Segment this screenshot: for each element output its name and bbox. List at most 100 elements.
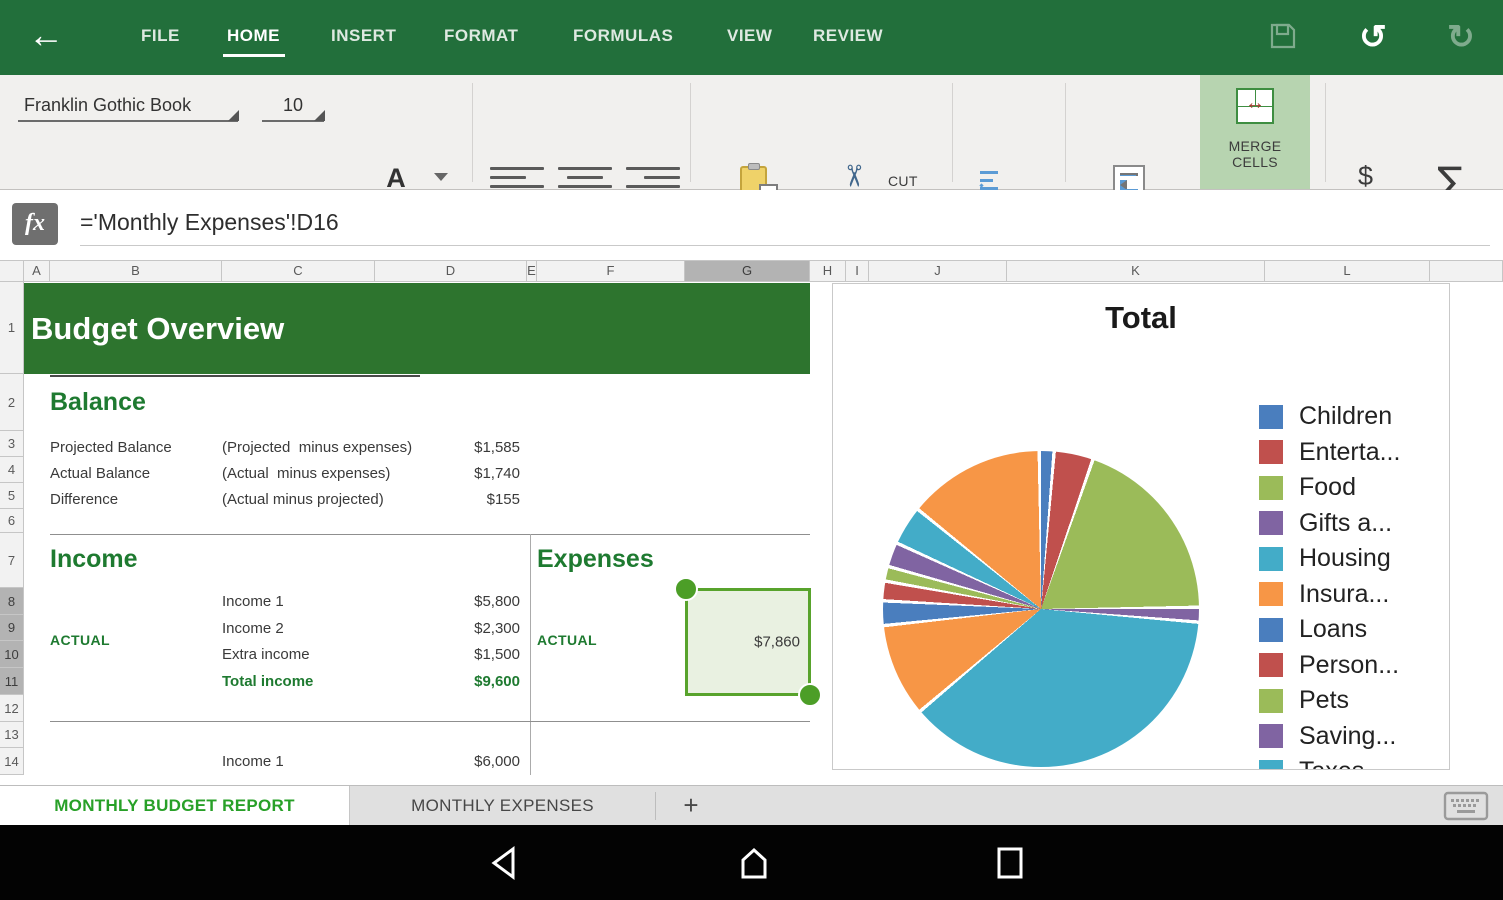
active-menu-underline bbox=[223, 54, 285, 57]
back-arrow-icon[interactable]: ← bbox=[28, 14, 64, 56]
row-header-4[interactable]: 4 bbox=[0, 457, 24, 483]
row-header-1[interactable]: 1 bbox=[0, 282, 24, 374]
sheet-tab-monthly-expenses[interactable]: MONTHLY EXPENSES bbox=[350, 786, 655, 826]
legend-swatch bbox=[1259, 547, 1283, 571]
sheet-tab-monthly-budget-report[interactable]: MONTHLY BUDGET REPORT bbox=[0, 786, 350, 826]
font-color-dropdown-caret[interactable] bbox=[434, 173, 448, 181]
banner-underline bbox=[50, 375, 420, 377]
font-size-selector[interactable]: 10 bbox=[262, 93, 324, 122]
legend-item-pets: Pets bbox=[1259, 686, 1349, 715]
row-header-10[interactable]: 10 bbox=[0, 641, 24, 668]
legend-item-children: Children bbox=[1259, 402, 1392, 431]
back-triangle-icon bbox=[488, 845, 522, 881]
column-header-A[interactable]: A bbox=[24, 260, 50, 282]
balance-row-value: $155 bbox=[487, 491, 520, 508]
legend-label: Children bbox=[1299, 402, 1392, 431]
selected-cell-value: $7,860 bbox=[754, 634, 800, 651]
menu-tab-home[interactable]: HOME bbox=[227, 26, 280, 46]
selected-cell-expenses-actual[interactable]: $7,860 bbox=[685, 588, 811, 696]
row14-value: $6,000 bbox=[440, 753, 520, 770]
selection-handle-bottom-right[interactable] bbox=[798, 683, 822, 707]
currency-format-button[interactable]: $ bbox=[1358, 161, 1373, 192]
floppy-disk-icon bbox=[1267, 20, 1299, 52]
column-header-I[interactable]: I bbox=[846, 260, 869, 282]
undo-icon[interactable]: ↺ bbox=[1355, 20, 1391, 56]
row-header-3[interactable]: 3 bbox=[0, 431, 24, 457]
row-header-12[interactable]: 12 bbox=[0, 695, 24, 722]
android-back-button[interactable] bbox=[488, 845, 522, 886]
legend-swatch bbox=[1259, 405, 1283, 429]
legend-item-food: Food bbox=[1259, 473, 1356, 502]
column-header-B[interactable]: B bbox=[50, 260, 222, 282]
fx-button[interactable]: fx bbox=[12, 203, 58, 245]
menu-tab-format[interactable]: FORMAT bbox=[444, 26, 518, 46]
column-header-L[interactable]: L bbox=[1265, 260, 1430, 282]
income-total-value: $9,600 bbox=[474, 673, 520, 690]
column-header-D[interactable]: D bbox=[375, 260, 527, 282]
income-row-value: $1,500 bbox=[474, 646, 520, 663]
legend-label: Housing bbox=[1299, 544, 1391, 573]
legend-label: Gifts a... bbox=[1299, 509, 1392, 538]
redo-icon[interactable]: ↻ bbox=[1443, 20, 1479, 56]
menu-tab-formulas[interactable]: FORMULAS bbox=[573, 26, 673, 46]
formula-input[interactable] bbox=[80, 200, 1490, 246]
recents-square-icon bbox=[994, 845, 1026, 881]
column-divider bbox=[530, 534, 531, 775]
menu-tab-insert[interactable]: INSERT bbox=[331, 26, 396, 46]
column-header-J[interactable]: J bbox=[869, 260, 1007, 282]
row-header-8[interactable]: 8 bbox=[0, 588, 24, 615]
row-header-11[interactable]: 11 bbox=[0, 668, 24, 695]
legend-swatch bbox=[1259, 440, 1283, 464]
font-name-selector[interactable]: Franklin Gothic Book bbox=[18, 93, 238, 122]
legend-item-enterta: Enterta... bbox=[1259, 438, 1400, 467]
balance-heading: Balance bbox=[50, 388, 146, 417]
scissors-icon[interactable]: ✂ bbox=[838, 163, 868, 188]
add-sheet-button[interactable]: + bbox=[668, 786, 714, 826]
balance-row-label: Actual Balance bbox=[50, 465, 150, 482]
row-headers: 1234567891011121314 bbox=[0, 282, 24, 775]
income-row-value: $2,300 bbox=[474, 620, 520, 637]
column-header-G[interactable]: G bbox=[685, 260, 810, 282]
save-icon[interactable] bbox=[1265, 20, 1301, 56]
merge-cells-icon: ↔ bbox=[1236, 88, 1274, 124]
selection-handle-top-left[interactable] bbox=[674, 577, 698, 601]
column-header-K[interactable]: K bbox=[1007, 260, 1265, 282]
row-header-7[interactable]: 7 bbox=[0, 533, 24, 588]
row-header-14[interactable]: 14 bbox=[0, 748, 24, 775]
expenses-actual-label: ACTUAL bbox=[537, 632, 597, 648]
ribbon: Franklin Gothic Book 10 A B I U S bbox=[0, 75, 1503, 190]
balance-row: Difference (Actual minus projected) $155 bbox=[24, 488, 810, 514]
dropdown-corner-icon bbox=[228, 110, 239, 121]
column-header-F[interactable]: F bbox=[537, 260, 685, 282]
row-header-13[interactable]: 13 bbox=[0, 722, 24, 748]
keyboard-icon bbox=[1443, 791, 1489, 821]
clipboard-clip-icon bbox=[748, 163, 760, 170]
android-home-button[interactable] bbox=[736, 845, 772, 886]
row-header-5[interactable]: 5 bbox=[0, 483, 24, 509]
android-recents-button[interactable] bbox=[994, 845, 1026, 886]
row-header-9[interactable]: 9 bbox=[0, 615, 24, 641]
grid-corner-cell[interactable] bbox=[0, 260, 24, 282]
legend-label: Person... bbox=[1299, 651, 1399, 680]
column-header-C[interactable]: C bbox=[222, 260, 375, 282]
merge-cells-button[interactable]: ↔ MERGE CELLS bbox=[1200, 75, 1310, 189]
ribbon-separator bbox=[952, 83, 953, 182]
android-navigation-bar bbox=[0, 825, 1503, 900]
balance-row-desc: (Actual minus projected) bbox=[222, 491, 384, 508]
menu-tab-review[interactable]: REVIEW bbox=[813, 26, 883, 46]
row-header-6[interactable]: 6 bbox=[0, 509, 24, 533]
column-header-H[interactable]: H bbox=[810, 260, 846, 282]
menu-tab-view[interactable]: VIEW bbox=[727, 26, 772, 46]
ribbon-separator bbox=[1325, 83, 1326, 182]
balance-row-label: Difference bbox=[50, 491, 118, 508]
balance-row-value: $1,585 bbox=[474, 439, 520, 456]
pie-chart-object[interactable]: Total ChildrenEnterta...FoodGifts a...Ho… bbox=[832, 283, 1450, 770]
keyboard-toggle-button[interactable] bbox=[1443, 791, 1489, 826]
cut-button[interactable]: CUT bbox=[888, 173, 948, 189]
row-header-2[interactable]: 2 bbox=[0, 374, 24, 431]
legend-item-loans: Loans bbox=[1259, 615, 1367, 644]
column-header-E[interactable]: E bbox=[527, 260, 537, 282]
legend-swatch bbox=[1259, 582, 1283, 606]
menu-tab-file[interactable]: FILE bbox=[141, 26, 180, 46]
legend-label: Food bbox=[1299, 473, 1356, 502]
